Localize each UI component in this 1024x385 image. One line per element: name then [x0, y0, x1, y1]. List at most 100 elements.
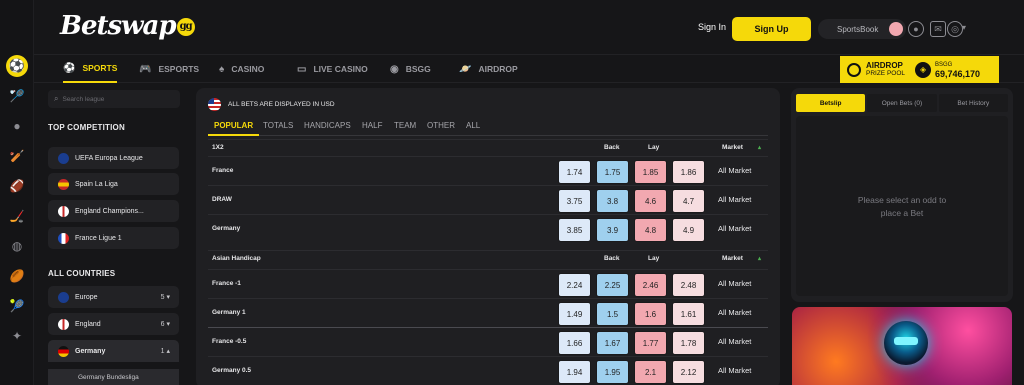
- badminton-icon[interactable]: 🏸: [9, 88, 25, 104]
- lay-odd-button[interactable]: 1.6: [634, 302, 667, 326]
- cricket-icon[interactable]: 🏏: [9, 148, 25, 164]
- back-odd-button[interactable]: 1.5: [596, 302, 629, 326]
- sportsbook-toggle[interactable]: SportsBook: [818, 19, 906, 39]
- tab-handicaps[interactable]: HANDICAPS: [304, 121, 351, 130]
- tab-esports[interactable]: 🎮 ESPORTS: [139, 55, 199, 83]
- sign-in-link[interactable]: Sign In: [698, 22, 726, 32]
- chat-icon[interactable]: ✉: [930, 21, 946, 37]
- betswap-logo[interactable]: Betswap gg: [60, 11, 195, 41]
- betslip-panel: Betslip Open Bets (0) Bet History Please…: [791, 88, 1013, 302]
- all-market-link[interactable]: All Market: [718, 366, 751, 375]
- all-market-link[interactable]: All Market: [718, 224, 751, 233]
- tab-live-casino[interactable]: ▭ LIVE CASINO: [297, 55, 368, 83]
- tab-team[interactable]: TEAM: [394, 121, 416, 130]
- lay-odd-button[interactable]: 1.86: [672, 160, 705, 184]
- tab-casino[interactable]: ♠ CASINO: [219, 55, 264, 83]
- back-odd-button[interactable]: 3.8: [596, 189, 629, 213]
- tab-popular[interactable]: POPULAR: [207, 121, 260, 136]
- back-odd-button[interactable]: 2.25: [596, 273, 629, 297]
- eu-flag-icon: [58, 291, 69, 303]
- tab-all[interactable]: ALL: [466, 121, 480, 130]
- country-item-england[interactable]: England 6 ▾: [48, 313, 179, 335]
- user-icon[interactable]: ●: [908, 21, 924, 37]
- all-market-link[interactable]: All Market: [718, 166, 751, 175]
- back-odd-button[interactable]: 1.66: [558, 331, 591, 355]
- globe-icon[interactable]: ◎: [947, 21, 963, 37]
- lay-odd-button[interactable]: 2.48: [672, 273, 705, 297]
- lay-odd-button[interactable]: 1.77: [634, 331, 667, 355]
- chevron-down-icon[interactable]: ▾: [962, 23, 966, 32]
- league-item[interactable]: France Ligue 1: [48, 227, 179, 249]
- chevron-up-icon: ▴: [758, 145, 762, 151]
- back-odd-button[interactable]: 1.94: [558, 360, 591, 384]
- airdrop-prize-pool[interactable]: AIRDROP PRIZE POOL ◈ BSGG 69,746,170: [840, 56, 999, 83]
- market-group-header[interactable]: 1X2 Back Lay Market ▴: [208, 139, 768, 155]
- back-odd-button[interactable]: 1.49: [558, 302, 591, 326]
- lay-odd-button[interactable]: 2.46: [634, 273, 667, 297]
- england-flag-icon: [58, 318, 69, 330]
- all-market-link[interactable]: All Market: [718, 337, 751, 346]
- market-group-header[interactable]: Asian Handicap Back Lay Market ▴: [208, 250, 768, 266]
- rugby-icon[interactable]: 🏉: [9, 268, 25, 284]
- sport-icon-rail: ⚽ 🏸 ● 🏏 🏈 🏒 ◍ 🏉 🎾 ✦: [0, 0, 34, 385]
- tab-bsgg[interactable]: ◉ BSGG: [390, 55, 431, 83]
- table-row: Germany 1 1.49 1.5 1.6 1.61 All Market: [208, 298, 768, 327]
- sub-league-item[interactable]: Germany Bundesliga: [48, 369, 179, 385]
- table-row: France -1 2.24 2.25 2.46 2.48 All Market: [208, 269, 768, 298]
- lay-odd-button[interactable]: 4.9: [672, 218, 705, 242]
- table-row: France 1.74 1.75 1.85 1.86 All Market: [208, 156, 768, 185]
- country-item-germany[interactable]: Germany 1 ▴: [48, 340, 179, 362]
- all-market-link[interactable]: All Market: [718, 308, 751, 317]
- tab-airdrop[interactable]: 🪐 AIRDROP: [459, 55, 518, 83]
- back-odd-button[interactable]: 3.9: [596, 218, 629, 242]
- back-odd-button[interactable]: 1.67: [596, 331, 629, 355]
- lay-odd-button[interactable]: 4.7: [672, 189, 705, 213]
- country-item-europe[interactable]: Europe 5 ▾: [48, 286, 179, 308]
- tab-betslip[interactable]: Betslip: [796, 94, 866, 112]
- back-odd-button[interactable]: 1.74: [558, 160, 591, 184]
- all-market-link[interactable]: All Market: [718, 279, 751, 288]
- all-market-link[interactable]: All Market: [718, 195, 751, 204]
- league-item[interactable]: Spain La Liga: [48, 173, 179, 195]
- american-football-icon[interactable]: 🏈: [9, 178, 25, 194]
- target-icon: [847, 62, 861, 77]
- lay-odd-button[interactable]: 1.85: [634, 160, 667, 184]
- gamepad-icon: 🎮: [139, 63, 152, 75]
- search-input[interactable]: [62, 95, 173, 103]
- league-sidebar: ⌕ TOP COMPETITION UEFA Europa League Spa…: [40, 83, 190, 385]
- hockey-icon[interactable]: 🏒: [9, 208, 25, 224]
- lay-odd-button[interactable]: 4.6: [634, 189, 667, 213]
- tab-half[interactable]: HALF: [362, 121, 382, 130]
- all-countries-heading: ALL COUNTRIES: [48, 269, 116, 278]
- table-row: France -0.5 1.66 1.67 1.77 1.78 All Mark…: [208, 327, 768, 356]
- search-league[interactable]: ⌕: [48, 90, 180, 108]
- lay-odd-button[interactable]: 4.8: [634, 218, 667, 242]
- tab-bet-history[interactable]: Bet History: [938, 94, 1008, 112]
- basketball-icon[interactable]: ●: [9, 118, 25, 134]
- volleyball-icon[interactable]: ◍: [9, 238, 25, 254]
- market-panel: ALL BETS ARE DISPLAYED IN USD POPULAR TO…: [196, 88, 780, 385]
- lay-odd-button[interactable]: 1.78: [672, 331, 705, 355]
- promo-banner[interactable]: [792, 307, 1012, 385]
- tab-open-bets[interactable]: Open Bets (0): [867, 94, 937, 112]
- tennis-icon[interactable]: 🎾: [9, 298, 25, 314]
- tab-other[interactable]: OTHER: [427, 121, 455, 130]
- sign-up-button[interactable]: Sign Up: [732, 17, 811, 41]
- cycling-icon[interactable]: ✦: [9, 328, 25, 344]
- tab-totals[interactable]: TOTALS: [263, 121, 293, 130]
- lay-odd-button[interactable]: 2.1: [634, 360, 667, 384]
- league-item[interactable]: England Champions...: [48, 200, 179, 222]
- back-odd-button[interactable]: 3.85: [558, 218, 591, 242]
- back-odd-button[interactable]: 3.75: [558, 189, 591, 213]
- tab-sports[interactable]: ⚽ SPORTS: [63, 55, 118, 83]
- chevron-up-icon: ▴: [758, 256, 762, 262]
- league-item[interactable]: UEFA Europa League: [48, 147, 179, 169]
- back-odd-button[interactable]: 1.95: [596, 360, 629, 384]
- soccer-ball-icon[interactable]: ⚽: [6, 55, 28, 77]
- currency-note: ALL BETS ARE DISPLAYED IN USD: [208, 98, 335, 111]
- lay-odd-button[interactable]: 2.12: [672, 360, 705, 384]
- back-odd-button[interactable]: 1.75: [596, 160, 629, 184]
- lay-odd-button[interactable]: 1.61: [672, 302, 705, 326]
- eu-flag-icon: [58, 152, 69, 164]
- back-odd-button[interactable]: 2.24: [558, 273, 591, 297]
